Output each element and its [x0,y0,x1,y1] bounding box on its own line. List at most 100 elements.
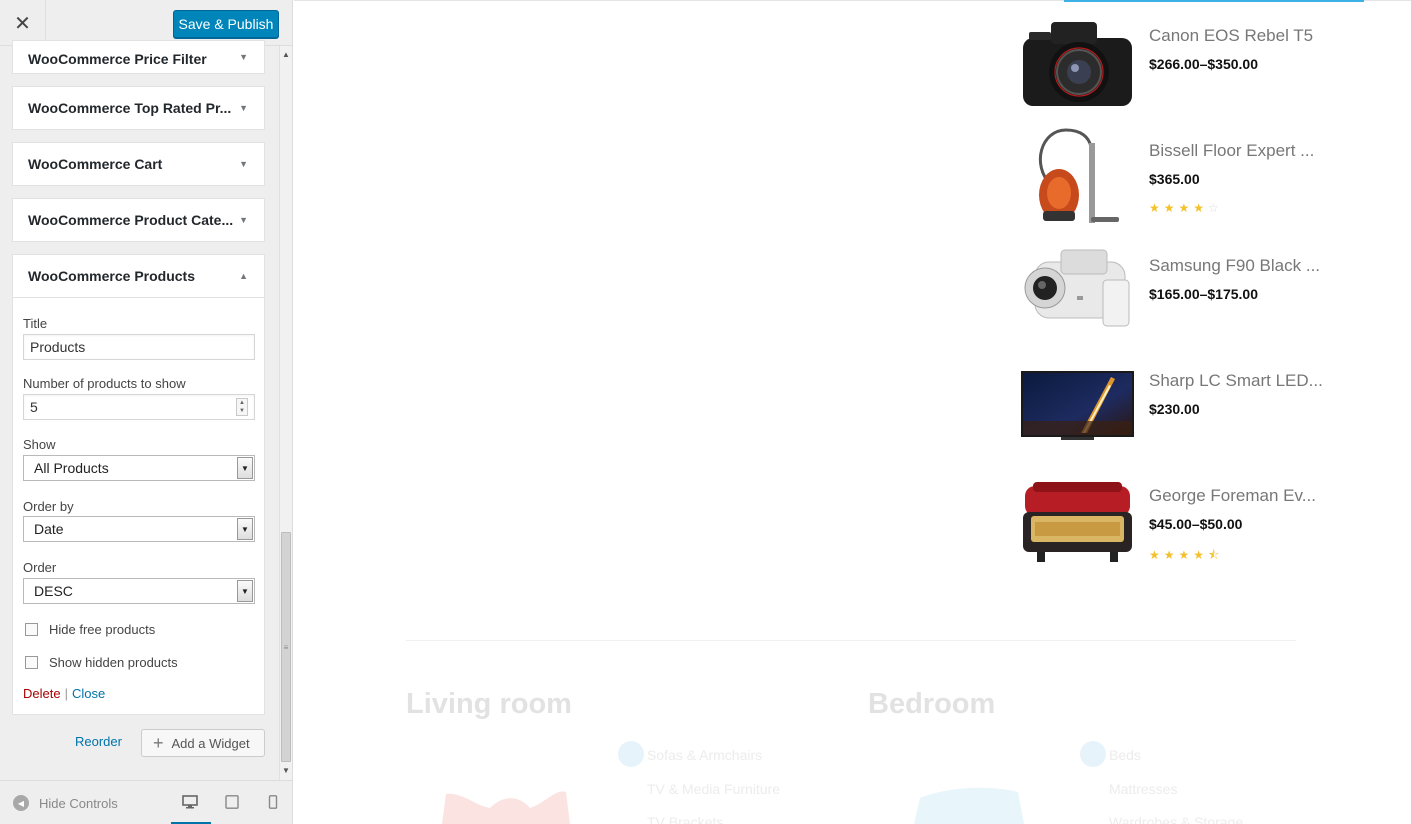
widget-title[interactable]: WooCommerce Product Cate... ▼ [13,199,264,241]
panel-scrollbar[interactable]: ▲ ≡ ▼ [279,46,292,780]
delete-link[interactable]: Delete [23,686,61,701]
category-link[interactable]: Wardrobes & Storage [1109,814,1243,824]
show-hidden-label: Show hidden products [49,655,178,670]
show-hidden-row[interactable]: Show hidden products [25,655,178,670]
orderby-value: Date [34,521,64,537]
product-item[interactable]: Sharp LC Smart LED... $230.00 [1021,355,1323,465]
hide-free-checkbox[interactable] [25,623,38,636]
living-room-thumbnail[interactable] [442,786,570,824]
hide-controls-button[interactable]: ◀ Hide Controls [13,795,118,811]
section-divider [406,640,1296,641]
product-name[interactable]: Samsung F90 Black ... [1149,256,1320,276]
expand-arrow-icon[interactable]: ▼ [239,159,248,169]
edit-icon[interactable] [618,741,644,767]
product-image-camcorder[interactable] [1021,240,1134,340]
widget-title-label: WooCommerce Top Rated Pr... [28,100,232,116]
widget-products[interactable]: WooCommerce Products ▲ Title Products Nu… [12,254,265,715]
plus-icon: + [153,733,164,753]
product-item[interactable]: Samsung F90 Black ... $165.00–$175.00 [1021,240,1321,350]
widget-title-label: WooCommerce Product Cate... [28,212,234,228]
order-label: Order [23,560,57,575]
bedroom-thumbnail[interactable] [914,784,1024,824]
show-value: All Products [34,460,109,476]
hide-free-label: Hide free products [49,622,156,637]
stepper-arrows-icon[interactable]: ▲ ▼ [236,398,248,416]
product-name[interactable]: Canon EOS Rebel T5 [1149,26,1313,46]
widget-actions: Delete | Close [23,686,105,701]
collapse-arrow-icon: ◀ [13,795,29,811]
panel-footer: ◀ Hide Controls [0,780,292,824]
product-image-vacuum[interactable] [1021,125,1134,225]
desktop-preview-icon[interactable] [182,795,198,809]
title-input[interactable]: Products [23,334,255,360]
separator: | [64,686,68,701]
dropdown-arrow-icon[interactable]: ▼ [237,580,253,602]
product-price: $365.00 [1149,171,1200,187]
customizer-window: ✕ Save & Publish WooCommerce Price Filte… [0,0,1411,824]
scroll-thumb[interactable]: ≡ [281,532,291,762]
category-title-bedroom[interactable]: Bedroom [868,688,995,721]
dropdown-arrow-icon[interactable]: ▼ [237,518,253,540]
widget-top-rated[interactable]: WooCommerce Top Rated Pr... ▼ [12,86,265,130]
widget-cart[interactable]: WooCommerce Cart ▼ [12,142,265,186]
widget-product-categories[interactable]: WooCommerce Product Cate... ▼ [12,198,265,242]
site-preview: Canon EOS Rebel T5 $266.00–$350.00 Bisse… [294,0,1411,824]
scroll-up-icon[interactable]: ▲ [282,50,290,59]
hide-free-row[interactable]: Hide free products [25,622,155,637]
scroll-down-icon[interactable]: ▼ [282,766,290,775]
order-value: DESC [34,583,73,599]
collapse-arrow-icon[interactable]: ▲ [239,271,248,281]
show-hidden-checkbox[interactable] [25,656,38,669]
tablet-preview-icon[interactable] [224,795,240,809]
orderby-label: Order by [23,499,74,514]
dropdown-arrow-icon[interactable]: ▼ [237,457,253,479]
product-image-grill[interactable] [1021,470,1134,570]
show-select[interactable]: All Products ▼ [23,455,255,481]
product-item[interactable]: George Foreman Ev... $45.00–$50.00 ★★★★⯪ [1021,470,1321,580]
category-link[interactable]: TV & Media Furniture [647,781,780,797]
category-link[interactable]: Beds [1109,747,1141,763]
count-label: Number of products to show [23,376,186,391]
count-stepper[interactable]: 5 ▲ ▼ [23,394,255,420]
widget-title[interactable]: WooCommerce Cart ▼ [13,143,264,185]
edit-icon[interactable] [1080,741,1106,767]
product-name[interactable]: Sharp LC Smart LED... [1149,371,1323,391]
show-label: Show [23,437,56,452]
title-label: Title [23,316,48,331]
widget-title[interactable]: WooCommerce Top Rated Pr... ▼ [13,87,264,129]
add-widget-button[interactable]: + Add a Widget [141,729,265,757]
widget-price-filter[interactable]: WooCommerce Price Filter ▼ [12,40,265,74]
product-price: $165.00–$175.00 [1149,286,1258,302]
save-publish-button[interactable]: Save & Publish [173,10,279,38]
top-accent-bar [1064,0,1364,2]
mobile-preview-icon[interactable] [265,795,281,809]
close-link[interactable]: Close [72,686,105,701]
expand-arrow-icon[interactable]: ▼ [239,103,248,113]
widget-title-label: WooCommerce Products [28,268,195,284]
add-widget-label: Add a Widget [171,735,250,751]
product-rating: ★★★★☆ [1149,201,1223,215]
product-rating: ★★★★⯪ [1149,548,1224,562]
product-price: $45.00–$50.00 [1149,516,1243,532]
product-image-tv[interactable] [1021,355,1134,455]
category-title-living-room[interactable]: Living room [406,688,572,721]
hide-controls-label: Hide Controls [39,795,118,811]
category-link[interactable]: Mattresses [1109,781,1177,797]
widget-products-form: Title Products Number of products to sho… [13,297,264,714]
widget-title-label: WooCommerce Price Filter [28,51,207,67]
widget-title[interactable]: WooCommerce Products ▲ [13,255,264,297]
category-link[interactable]: Sofas & Armchairs [647,747,762,763]
product-item[interactable]: Canon EOS Rebel T5 $266.00–$350.00 [1021,10,1321,120]
widget-title[interactable]: WooCommerce Price Filter ▼ [13,41,264,67]
count-value: 5 [30,399,38,415]
category-link[interactable]: TV Brackets [647,814,723,824]
product-name[interactable]: George Foreman Ev... [1149,486,1316,506]
product-image-camera[interactable] [1021,10,1134,110]
expand-arrow-icon[interactable]: ▼ [239,52,248,62]
reorder-link[interactable]: Reorder [75,734,122,749]
product-name[interactable]: Bissell Floor Expert ... [1149,141,1314,161]
expand-arrow-icon[interactable]: ▼ [239,215,248,225]
orderby-select[interactable]: Date ▼ [23,516,255,542]
order-select[interactable]: DESC ▼ [23,578,255,604]
product-item[interactable]: Bissell Floor Expert ... $365.00 ★★★★☆ [1021,125,1321,235]
